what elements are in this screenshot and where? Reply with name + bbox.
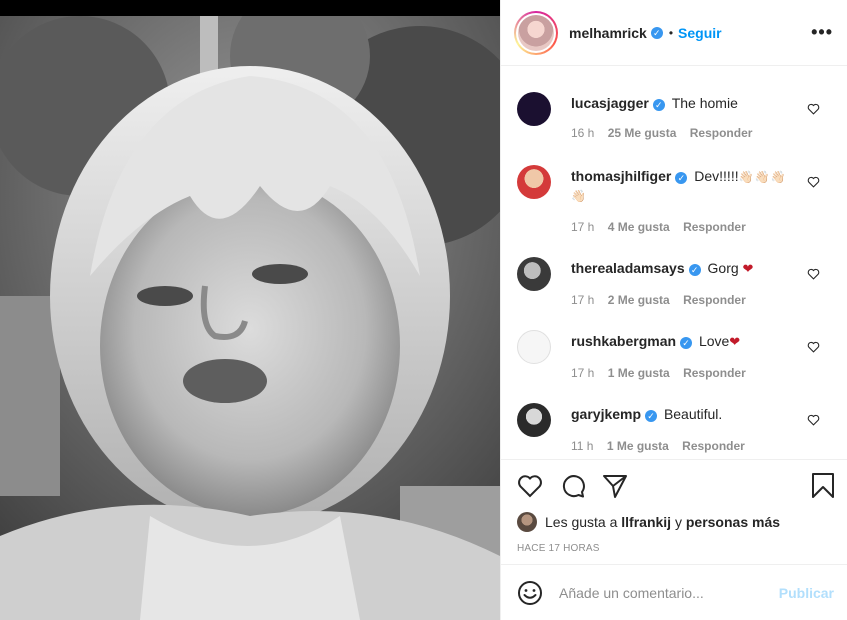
photo-top-bar <box>0 0 500 16</box>
comment-time[interactable]: 17 h <box>571 293 594 307</box>
likes-summary: Les gusta a llfrankij y personas más <box>517 512 780 532</box>
commenter-username[interactable]: rushkabergman <box>571 333 676 349</box>
commenter-username[interactable]: lucasjagger <box>571 95 649 111</box>
comment-time[interactable]: 17 h <box>571 220 594 234</box>
comment-item: lucasjagger ✓ The homie 16 h 25 Me gusta … <box>517 92 837 152</box>
like-comment-heart-icon[interactable] <box>807 176 820 188</box>
reply-button[interactable]: Responder <box>683 220 746 234</box>
commenter-username[interactable]: therealadamsays <box>571 260 685 276</box>
author-avatar[interactable] <box>514 10 558 55</box>
comment-likes[interactable]: 25 Me gusta <box>608 126 677 140</box>
post-comment-button[interactable]: Publicar <box>779 585 834 601</box>
more-options-icon[interactable]: ••• <box>811 22 833 43</box>
verified-icon: ✓ <box>650 26 663 39</box>
comment-likes[interactable]: 1 Me gusta <box>608 366 670 380</box>
commenter-avatar[interactable] <box>517 403 551 437</box>
comments-list: lucasjagger ✓ The homie 16 h 25 Me gusta … <box>501 67 847 459</box>
comment-icon[interactable] <box>560 473 586 499</box>
like-comment-heart-icon[interactable] <box>807 341 820 353</box>
action-bar <box>517 473 835 499</box>
post-actions-area: Les gusta a llfrankij y personas más HAC… <box>501 459 847 564</box>
comment-text: Love <box>698 333 730 349</box>
comment-item: thomasjhilfiger ✓ Dev!!!!!👋🏻👋🏻👋🏻👋🏻 17 h 4… <box>517 165 837 237</box>
comment-item: garyjkemp ✓ Beautiful. 11 h 1 Me gusta Re… <box>517 403 837 459</box>
commenter-username[interactable]: thomasjhilfiger <box>571 168 671 184</box>
comment-time[interactable]: 17 h <box>571 366 594 380</box>
author-username[interactable]: melhamrick <box>569 25 647 41</box>
reply-button[interactable]: Responder <box>682 439 745 453</box>
verified-icon: ✓ <box>688 264 701 276</box>
like-comment-heart-icon[interactable] <box>807 103 820 115</box>
post-timestamp[interactable]: HACE 17 HORAS <box>517 543 600 554</box>
follow-button[interactable]: Seguir <box>678 25 722 41</box>
comment-likes[interactable]: 4 Me gusta <box>608 220 670 234</box>
verified-icon: ✓ <box>680 337 693 349</box>
comment-text: Gorg <box>707 260 739 276</box>
liker-username[interactable]: llfrankij <box>621 514 671 530</box>
verified-icon: ✓ <box>675 172 688 184</box>
comment-time[interactable]: 16 h <box>571 126 594 140</box>
heart-icon[interactable] <box>517 473 543 499</box>
likes-middle: y <box>674 514 682 530</box>
reply-button[interactable]: Responder <box>683 293 746 307</box>
photo-image <box>0 16 500 620</box>
post-sidebar: melhamrick ✓ • Seguir ••• lucasjagger ✓ T… <box>500 0 847 620</box>
comment-item: therealadamsays ✓ Gorg ❤ 17 h 2 Me gusta … <box>517 257 837 317</box>
separator-dot: • <box>668 25 674 40</box>
commenter-avatar[interactable] <box>517 165 551 199</box>
reply-button[interactable]: Responder <box>683 366 746 380</box>
commenter-username[interactable]: garyjkemp <box>571 406 641 422</box>
comment-likes[interactable]: 1 Me gusta <box>607 439 669 453</box>
bookmark-icon[interactable] <box>811 473 835 499</box>
like-comment-heart-icon[interactable] <box>807 414 820 426</box>
like-comment-heart-icon[interactable] <box>807 268 820 280</box>
commenter-avatar[interactable] <box>517 330 551 364</box>
post-header: melhamrick ✓ • Seguir ••• <box>501 0 847 66</box>
emoji-icon[interactable] <box>517 580 543 606</box>
liker-avatar[interactable] <box>517 512 537 532</box>
commenter-avatar[interactable] <box>517 257 551 291</box>
reply-button[interactable]: Responder <box>690 126 753 140</box>
comment-text: The homie <box>671 95 738 111</box>
comment-text: Beautiful. <box>663 406 723 422</box>
verified-icon: ✓ <box>645 410 658 422</box>
comment-time[interactable]: 11 h <box>571 439 593 453</box>
red-heart-emoji: ❤ <box>729 334 741 349</box>
comment-item: rushkabergman ✓ Love❤ 17 h 1 Me gusta Res… <box>517 330 837 390</box>
post-photo[interactable] <box>0 0 500 620</box>
commenter-avatar[interactable] <box>517 92 551 126</box>
comment-likes[interactable]: 2 Me gusta <box>608 293 670 307</box>
likes-prefix: Les gusta a <box>545 514 618 530</box>
comment-input[interactable] <box>559 584 779 601</box>
red-heart-emoji: ❤ <box>742 261 754 276</box>
add-comment-bar: Publicar <box>501 564 847 620</box>
likes-count-link[interactable]: personas más <box>686 514 780 530</box>
comment-text: Dev!!!!! <box>694 168 739 184</box>
share-icon[interactable] <box>602 473 628 499</box>
verified-icon: ✓ <box>652 99 665 111</box>
